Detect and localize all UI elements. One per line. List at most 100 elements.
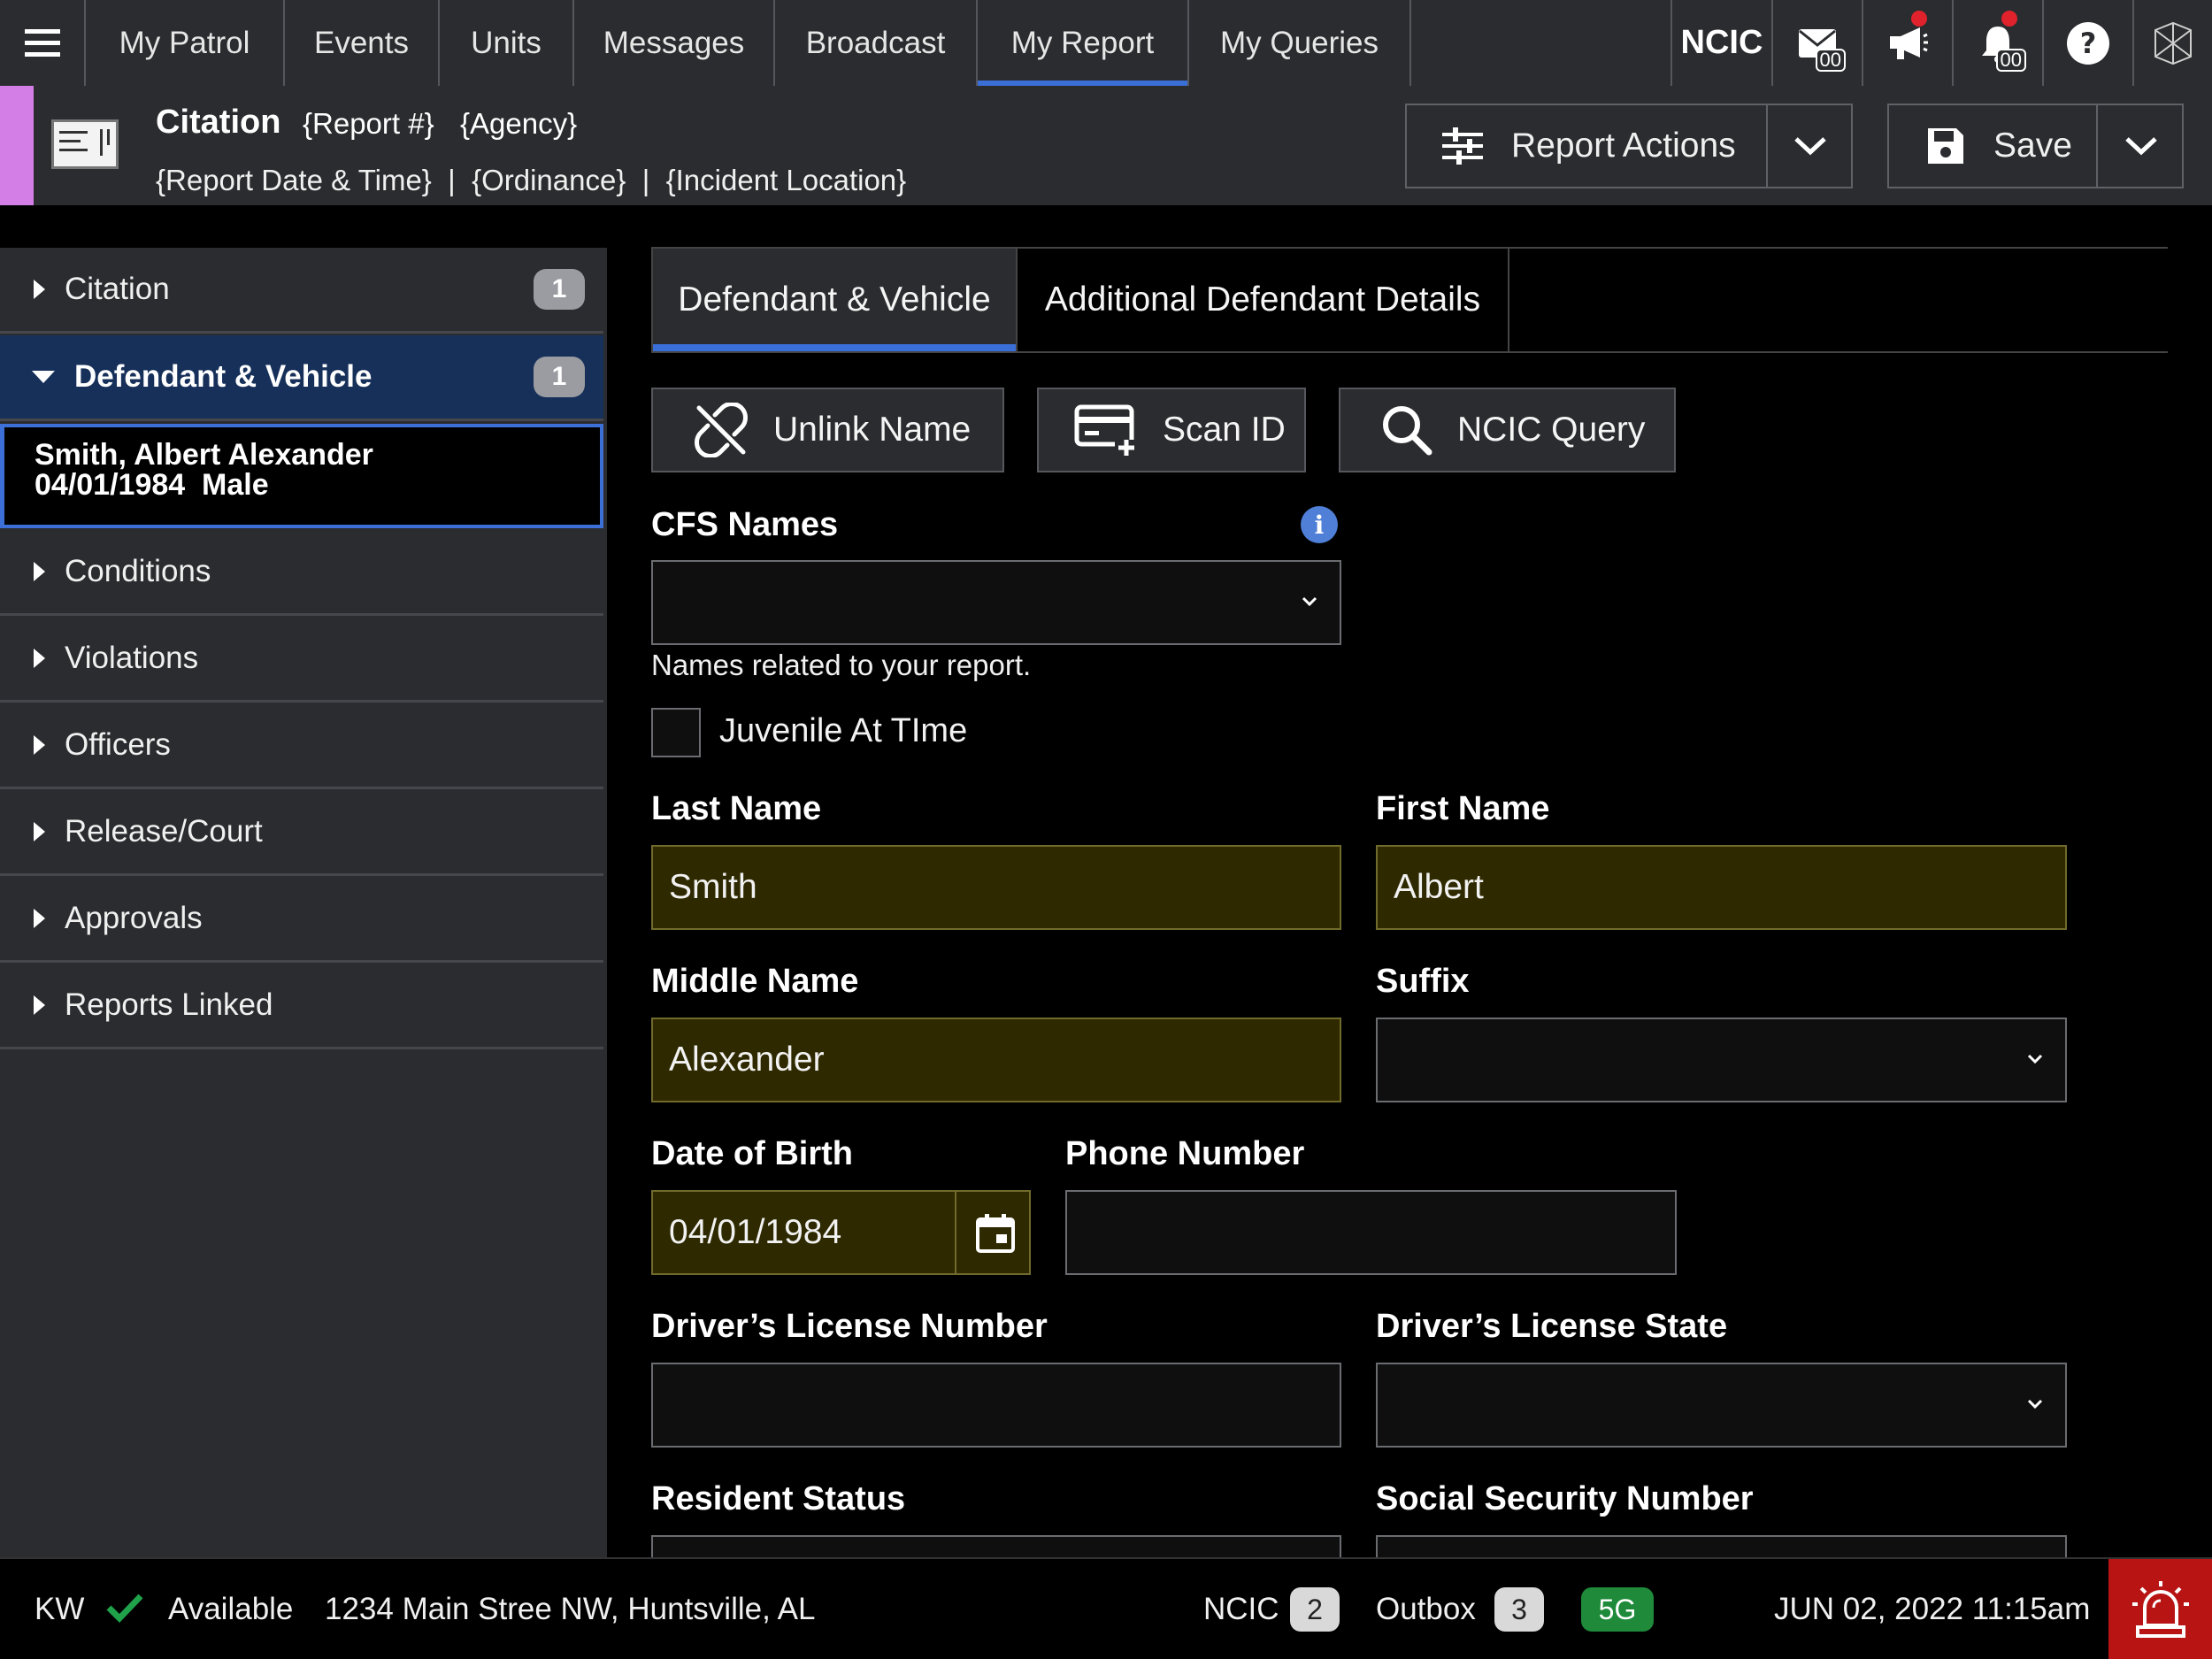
- unit-status[interactable]: Available: [168, 1559, 293, 1659]
- notifications-count-badge: 00: [1995, 49, 2026, 72]
- sidebar-item-officers[interactable]: Officers: [0, 703, 603, 789]
- scan-id-button[interactable]: Scan ID: [1037, 388, 1306, 472]
- juvenile-checkbox[interactable]: [651, 708, 701, 757]
- sidebar-defendant-entry[interactable]: Smith, Albert Alexander 04/01/1984 Male: [0, 424, 603, 528]
- cfs-names-hint: Names related to your report.: [651, 649, 1032, 681]
- defendant-name: Smith, Albert Alexander: [35, 438, 373, 472]
- juvenile-label: Juvenile At TIme: [719, 712, 968, 749]
- caret-down-icon: [32, 371, 55, 383]
- notifications-button[interactable]: 00: [1952, 0, 2042, 86]
- cfs-names-select[interactable]: [651, 560, 1341, 645]
- last-name-input[interactable]: Smith: [651, 845, 1341, 930]
- help-button[interactable]: ?: [2042, 0, 2132, 86]
- ncic-queue-count: 2: [1290, 1587, 1340, 1632]
- sidebar-item-label: Defendant & Vehicle: [74, 359, 373, 394]
- middle-name-input[interactable]: Alexander: [651, 1018, 1341, 1102]
- dl-state-label: Driver’s License State: [1376, 1308, 1728, 1345]
- report-type-accent: [0, 86, 34, 205]
- ncic-query-button[interactable]: NCIC Query: [1339, 388, 1676, 472]
- svg-text:?: ?: [2080, 27, 2097, 60]
- sidebar-item-reports-linked[interactable]: Reports Linked: [0, 964, 603, 1049]
- middle-name-value: Alexander: [669, 1041, 825, 1079]
- caret-right-icon: [34, 822, 45, 841]
- floppy-disk-icon: [1928, 128, 1963, 164]
- status-datetime: JUN 02, 2022 11:15am: [1774, 1591, 2091, 1626]
- calendar-icon[interactable]: [975, 1213, 1016, 1254]
- resident-status-label: Resident Status: [651, 1480, 906, 1517]
- dl-number-input[interactable]: [651, 1363, 1341, 1448]
- nav-tab-events[interactable]: Events: [285, 0, 440, 86]
- ncic-button[interactable]: NCIC: [1671, 0, 1771, 86]
- sidebar-item-defendant-vehicle[interactable]: Defendant & Vehicle 1: [0, 335, 603, 421]
- notifications-alert-dot: [2001, 11, 2017, 27]
- chevron-down-icon: [2027, 1399, 2043, 1409]
- caret-right-icon: [34, 280, 45, 299]
- nav-tab-broadcast[interactable]: Broadcast: [775, 0, 978, 86]
- nav-tab-label: My Patrol: [119, 25, 250, 60]
- sidebar-item-citation[interactable]: Citation 1: [0, 248, 603, 334]
- dob-label: Date of Birth: [651, 1135, 853, 1172]
- sidebar-item-label: Violations: [65, 641, 199, 675]
- nav-tab-label: Units: [471, 25, 541, 60]
- sidebar-item-violations[interactable]: Violations: [0, 617, 603, 703]
- messages-button[interactable]: 00: [1771, 0, 1862, 86]
- nav-tab-my-report[interactable]: My Report: [978, 0, 1189, 86]
- nav-tab-messages[interactable]: Messages: [574, 0, 775, 86]
- report-actions-button[interactable]: Report Actions: [1405, 104, 1853, 188]
- caret-right-icon: [34, 995, 45, 1015]
- unlink-name-label: Unlink Name: [773, 411, 972, 449]
- ncic-queue-label[interactable]: NCIC: [1203, 1559, 1279, 1659]
- dl-state-select[interactable]: [1376, 1363, 2067, 1448]
- sidebar-item-label: Reports Linked: [65, 987, 273, 1022]
- phone-input[interactable]: [1065, 1190, 1677, 1275]
- nav-tab-label: Events: [314, 25, 409, 60]
- save-dropdown[interactable]: [2096, 105, 2184, 187]
- caret-right-icon: [34, 649, 45, 668]
- tab-label: Defendant & Vehicle: [678, 280, 991, 319]
- dob-divider: [955, 1192, 956, 1273]
- report-actions-dropdown[interactable]: [1766, 105, 1853, 187]
- nav-tab-label: Messages: [603, 25, 745, 60]
- nav-tab-units[interactable]: Units: [440, 0, 574, 86]
- broadcast-alert-dot: [1911, 11, 1927, 27]
- info-icon[interactable]: i: [1301, 506, 1338, 543]
- caret-right-icon: [34, 909, 45, 928]
- nav-tab-label: My Queries: [1220, 25, 1379, 60]
- tab-defendant-vehicle[interactable]: Defendant & Vehicle: [653, 249, 1018, 351]
- nav-tab-my-queries[interactable]: My Queries: [1189, 0, 1411, 86]
- sidebar-item-conditions[interactable]: Conditions: [0, 530, 603, 616]
- tab-additional-defendant-details[interactable]: Additional Defendant Details: [1018, 249, 1509, 351]
- sidebar-item-approvals[interactable]: Approvals: [0, 877, 603, 963]
- broadcast-button[interactable]: [1862, 0, 1952, 86]
- megaphone-icon: [1890, 27, 1928, 59]
- form-tabs: Defendant & Vehicle Additional Defendant…: [651, 247, 2168, 353]
- report-header: Citation {Report #} {Agency} {Report Dat…: [0, 86, 2212, 205]
- nav-utilities: NCIC 00 00 ?: [1671, 0, 2212, 86]
- emergency-button[interactable]: [2108, 1559, 2212, 1659]
- logo-icon: [2154, 21, 2192, 65]
- app-logo[interactable]: [2132, 0, 2212, 86]
- check-icon: [106, 1594, 143, 1623]
- menu-icon[interactable]: [0, 0, 86, 86]
- middle-name-label: Middle Name: [651, 963, 859, 1000]
- sidebar-item-release-court[interactable]: Release/Court: [0, 790, 603, 876]
- search-icon: [1383, 406, 1432, 456]
- outbox-label[interactable]: Outbox: [1376, 1559, 1476, 1659]
- nav-tab-my-patrol[interactable]: My Patrol: [86, 0, 285, 86]
- suffix-select[interactable]: [1376, 1018, 2067, 1102]
- sidebar-item-label: Release/Court: [65, 814, 263, 849]
- last-name-value: Smith: [669, 868, 757, 906]
- caret-right-icon: [34, 562, 45, 581]
- nav-tab-label: My Report: [1010, 25, 1155, 60]
- messages-count-badge: 00: [1815, 49, 1846, 72]
- top-navigation-bar: My Patrol Events Units Messages Broadcas…: [0, 0, 2212, 86]
- first-name-input[interactable]: Albert: [1376, 845, 2067, 930]
- citation-form-icon: [51, 119, 119, 169]
- unlink-name-button[interactable]: Unlink Name: [651, 388, 1004, 472]
- dl-number-label: Driver’s License Number: [651, 1308, 1048, 1345]
- network-badge: 5G: [1581, 1587, 1654, 1632]
- sliders-icon: [1442, 127, 1483, 165]
- save-button[interactable]: Save: [1887, 104, 2184, 188]
- dob-input[interactable]: 04/01/1984: [651, 1190, 1031, 1275]
- tab-label: Additional Defendant Details: [1044, 280, 1481, 319]
